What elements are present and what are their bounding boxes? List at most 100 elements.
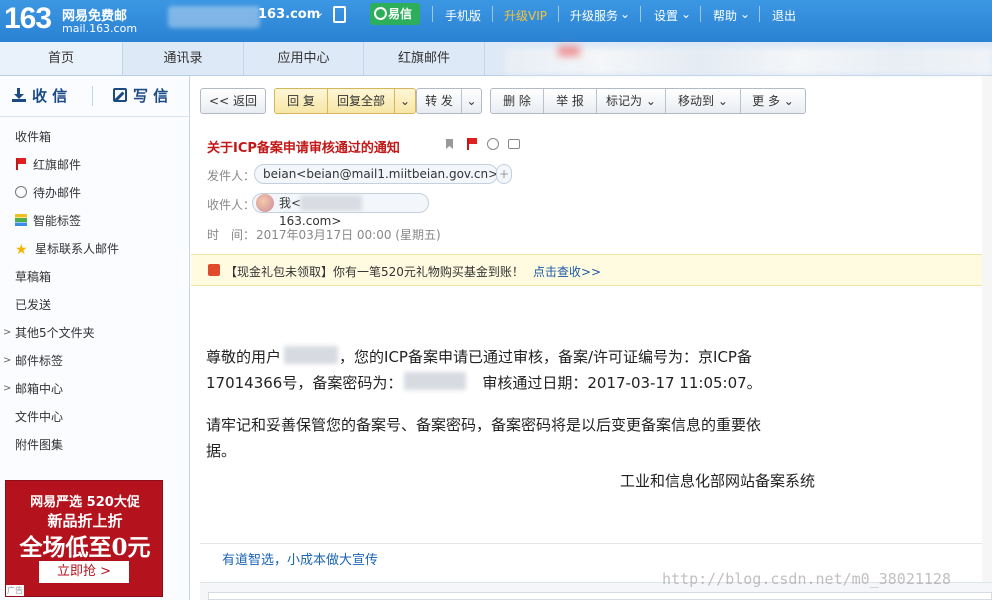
body-line-2: 17014366号，备案密码为： 审核通过日期：2017-03-17 11:05:…	[206, 370, 762, 396]
back-button[interactable]: << 返回	[200, 88, 266, 114]
yixin-label: 易信	[388, 7, 413, 21]
chevron-right-icon[interactable]: >	[3, 375, 11, 403]
mail-time: 2017年03月17日 00:00 (星期五)	[256, 228, 441, 242]
password-blurred	[404, 372, 466, 390]
write-button[interactable]: 写 信	[113, 76, 168, 116]
chevron-down-icon[interactable]: ⌄	[462, 89, 481, 113]
divider	[640, 6, 641, 22]
write-label: 写 信	[133, 87, 169, 105]
phone-icon[interactable]	[333, 6, 346, 23]
body-line-3: 请牢记和妥善保管您的备案号、备案密码，备案密码将是以后变更备案信息的重要依	[206, 416, 762, 434]
receive-button[interactable]: 收 信	[12, 76, 67, 116]
star-icon: ★	[15, 242, 28, 258]
sidebar-item-red-flag[interactable]: 红旗邮件	[0, 151, 189, 179]
red-flag-icon[interactable]	[466, 138, 478, 153]
red-flag-icon	[15, 158, 27, 170]
nav-upgrade-service[interactable]: 升级服务	[570, 7, 618, 24]
avatar	[256, 194, 274, 212]
logo-domain: mail.163.com	[62, 22, 138, 35]
chevron-down-icon: ⌄	[620, 7, 631, 21]
ad-line-3: 全场低至0元	[19, 534, 151, 561]
sidebar-item-todo[interactable]: 待办邮件	[0, 179, 189, 207]
account-name-blurred	[168, 6, 260, 28]
scrollbar[interactable]	[982, 76, 992, 582]
chevron-right-icon[interactable]: >	[3, 319, 11, 347]
nav-mobile[interactable]: 手机版	[445, 7, 481, 24]
nav-help[interactable]: 帮助	[713, 7, 737, 24]
tab-red-flag-mail[interactable]: 红旗邮件	[364, 42, 485, 75]
sidebar-item-label: 待办邮件	[33, 186, 82, 200]
chevron-right-icon[interactable]: >	[3, 347, 11, 375]
gift-icon	[208, 264, 220, 276]
move-to-button[interactable]: 移动到 ⌄	[666, 89, 740, 113]
yixin-button[interactable]: 易信	[370, 3, 420, 25]
recipient-prefix: 我<	[279, 196, 302, 210]
chevron-down-icon[interactable]: ⌄	[395, 89, 415, 113]
body-text: 审核通过日期：2017-03-17 11:05:07。	[482, 374, 762, 392]
sidebar-item-inbox[interactable]: 收件箱	[0, 123, 189, 151]
yixin-icon	[374, 7, 387, 20]
divider	[432, 6, 433, 22]
body-text: 尊敬的用户	[206, 348, 282, 366]
blurred-tab-mark	[558, 46, 580, 56]
clock-icon[interactable]	[487, 138, 499, 153]
more-button[interactable]: 更 多 ⌄	[741, 89, 805, 113]
reply-group: 回 复 回复全部 ⌄	[274, 88, 416, 114]
chevron-down-icon: ⌄	[740, 7, 751, 21]
sidebar-ad-banner[interactable]: 网易严选 520大促 新品折上折 全场低至0元 立即抢 > 广告	[5, 480, 163, 597]
sidebar-item-mailbox-center[interactable]: > 邮箱中心	[0, 375, 189, 403]
sender-address[interactable]: beian<beian@mail1.miitbeian.gov.cn>	[254, 164, 498, 184]
add-contact-icon[interactable]: +	[496, 164, 512, 184]
sidebar-item-label: 邮件标签	[15, 354, 64, 368]
sidebar-item-label: 草稿箱	[15, 270, 52, 284]
forward-button[interactable]: 转 发	[417, 89, 461, 113]
more-label: 更 多	[752, 94, 780, 108]
mark-as-button[interactable]: 标记为 ⌄	[597, 89, 665, 113]
divider	[492, 6, 493, 22]
print-icon[interactable]	[508, 138, 520, 152]
watermark: http://blog.csdn.net/m0_38021128	[662, 570, 951, 588]
forward-group: 转 发 ⌄	[416, 88, 482, 114]
to-label: 收件人：	[207, 198, 256, 212]
logo-number[interactable]: 163	[4, 2, 52, 36]
delete-button[interactable]: 删 除	[491, 89, 543, 113]
report-button[interactable]: 举 报	[544, 89, 596, 113]
tab-contacts[interactable]: 通讯录	[123, 42, 244, 75]
ad-grab-button[interactable]: 立即抢 >	[39, 561, 129, 583]
divider	[92, 86, 93, 106]
sidebar-item-drafts[interactable]: 草稿箱	[0, 263, 189, 291]
pencil-icon	[113, 88, 127, 102]
sidebar-item-other-folders[interactable]: > 其他5个文件夹	[0, 319, 189, 347]
chevron-down-icon[interactable]: ⌄	[315, 6, 324, 19]
divider	[0, 116, 190, 117]
mark-as-label: 标记为	[606, 94, 643, 108]
nav-logout[interactable]: 退出	[772, 7, 796, 24]
nav-upgrade-vip[interactable]: 升级VIP	[504, 7, 547, 24]
account-email[interactable]: 163.com	[258, 7, 320, 22]
ad-tag: 广告	[6, 585, 24, 596]
signature: 工业和信息化部网站备案系统	[620, 472, 816, 490]
sidebar-item-file-center[interactable]: 文件中心	[0, 403, 189, 431]
sidebar-item-mail-tags[interactable]: > 邮件标签	[0, 347, 189, 375]
sidebar-item-label: 其他5个文件夹	[15, 326, 95, 340]
reply-all-button[interactable]: 回复全部	[328, 89, 394, 113]
footer-ad-link[interactable]: 有道智选，小成本做大宣传	[222, 549, 378, 568]
nav-settings[interactable]: 设置	[654, 7, 678, 24]
sidebar-item-sent[interactable]: 已发送	[0, 291, 189, 319]
body-text: ，您的ICP备案申请已通过审核，备案/许可证编号为：京ICP备	[339, 348, 752, 366]
body-line-4: 据。	[206, 442, 237, 460]
sidebar-item-starred-contacts[interactable]: ★ 星标联系人邮件	[0, 235, 189, 263]
tab-home[interactable]: 首页	[0, 42, 123, 75]
tab-app-center[interactable]: 应用中心	[244, 42, 364, 75]
sidebar-item-smart-tags[interactable]: 智能标签	[0, 207, 189, 235]
reply-button[interactable]: 回 复	[275, 89, 327, 113]
bookmark-icon[interactable]	[446, 138, 453, 152]
sidebar-item-attachments[interactable]: 附件图集	[0, 431, 189, 459]
clock-icon	[15, 186, 27, 198]
mail-subject: 关于ICP备案申请审核通过的通知	[207, 141, 400, 156]
notice-link[interactable]: 点击查收>>	[533, 263, 601, 280]
action-group: 删 除 举 报 标记为 ⌄ 移动到 ⌄ 更 多 ⌄	[490, 88, 806, 114]
divider	[558, 6, 559, 22]
quick-reply-input[interactable]	[208, 592, 992, 600]
sidebar-item-label: 附件图集	[15, 438, 64, 452]
